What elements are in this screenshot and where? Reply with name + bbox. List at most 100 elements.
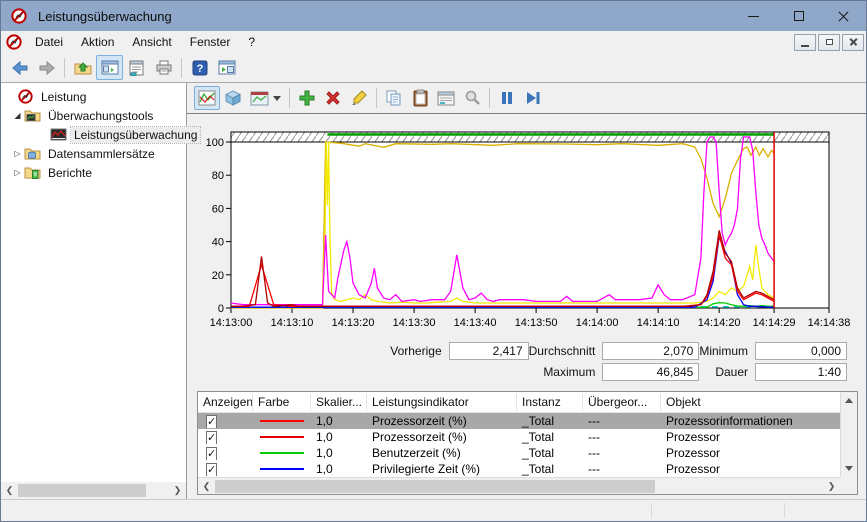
- menu-fenster[interactable]: Fenster: [181, 33, 240, 51]
- tree-item-leistung[interactable]: Leistung: [1, 87, 186, 106]
- paste-counter-list-button[interactable]: [407, 86, 433, 110]
- show-console-tree-button[interactable]: [96, 55, 123, 80]
- dauer-label: Dauer: [715, 364, 748, 379]
- header-objekt[interactable]: Objekt: [661, 394, 840, 411]
- tree-item-ueberwachungstools[interactable]: ◢ Überwachungstools: [1, 106, 186, 125]
- perfmon-window: Leistungsüberwachung Datei Aktion Ansich…: [0, 0, 867, 522]
- paste-clipboard-icon: [413, 89, 427, 107]
- maximize-icon: [793, 11, 804, 21]
- print-button[interactable]: [150, 55, 177, 80]
- svg-text:14:14:10: 14:14:10: [637, 317, 680, 329]
- copy-properties-button[interactable]: [381, 86, 407, 110]
- titlebar[interactable]: Leistungsüberwachung: [1, 1, 866, 31]
- line-chart-view-button[interactable]: [194, 86, 220, 110]
- mdi-restore-button[interactable]: [818, 33, 840, 51]
- maximize-button[interactable]: [776, 1, 821, 31]
- minimum-label: Minimum: [699, 343, 748, 358]
- chart-type-button[interactable]: [246, 86, 272, 110]
- svg-text:14:13:40: 14:13:40: [454, 317, 497, 329]
- counter-row[interactable]: ✓ 1,0 Prozessorzeit (%) _Total --- Proze…: [198, 413, 840, 429]
- properties-button[interactable]: [433, 86, 459, 110]
- header-skalierung[interactable]: Skalier...: [311, 393, 367, 411]
- skip-forward-icon: [527, 92, 540, 104]
- counter-row[interactable]: ✓ 1,0 Prozessorzeit (%) _Total --- Proze…: [198, 429, 840, 445]
- table-vertical-scrollbar[interactable]: [840, 392, 857, 477]
- table-scrollbar-thumb[interactable]: [215, 479, 655, 493]
- forward-button[interactable]: [33, 55, 60, 80]
- menu-datei[interactable]: Datei: [26, 33, 72, 51]
- freeze-display-button[interactable]: [494, 86, 520, 110]
- tree-horizontal-scrollbar[interactable]: ❮ ❯: [1, 482, 186, 499]
- header-farbe[interactable]: Farbe: [253, 393, 311, 411]
- up-one-level-button[interactable]: [69, 55, 96, 80]
- menu-ansicht[interactable]: Ansicht: [123, 33, 180, 51]
- printer-icon: [156, 60, 171, 74]
- tree-item-berichte[interactable]: ▷ Berichte: [1, 163, 186, 182]
- menu-hilfe[interactable]: ?: [239, 33, 264, 51]
- header-anzeigen[interactable]: Anzeigen: [198, 393, 253, 411]
- svg-text:40: 40: [212, 237, 224, 249]
- expander-expanded-icon[interactable]: ◢: [11, 111, 24, 120]
- tree-scrollbar-thumb[interactable]: [18, 484, 146, 497]
- counter-row[interactable]: ✓ 1,0 Privilegierte Zeit (%) _Total --- …: [198, 461, 840, 477]
- mdi-minimize-button[interactable]: [794, 33, 816, 51]
- show-checkbox[interactable]: ✓: [206, 447, 218, 460]
- plot-area: [230, 131, 830, 309]
- folder-data-icon: [24, 148, 41, 160]
- new-window-icon: [218, 60, 235, 75]
- table-horizontal-scrollbar[interactable]: ❮ ❯: [198, 477, 840, 494]
- cube-icon: [224, 90, 242, 106]
- scroll-up-icon[interactable]: [845, 398, 853, 403]
- chart-type-dropdown-icon[interactable]: [273, 95, 281, 101]
- scroll-down-icon[interactable]: [845, 466, 853, 471]
- svg-text:14:14:00: 14:14:00: [576, 317, 619, 329]
- folder-report-icon: [24, 167, 41, 179]
- color-swatch: [260, 436, 304, 438]
- expander-collapsed-icon[interactable]: ▷: [11, 149, 24, 158]
- header-uebergeordnet[interactable]: Übergeor...: [583, 393, 661, 411]
- back-button[interactable]: [6, 55, 33, 80]
- tree-item-datensammlersaetze[interactable]: ▷ Datensammlersätze: [1, 144, 186, 163]
- delete-counter-button[interactable]: [320, 86, 346, 110]
- header-instanz[interactable]: Instanz: [517, 393, 583, 411]
- svg-text:14:14:20: 14:14:20: [698, 317, 741, 329]
- data-source-button[interactable]: [220, 86, 246, 110]
- mdi-close-button[interactable]: [842, 33, 864, 51]
- maximum-label: Maximum: [543, 364, 596, 379]
- show-checkbox[interactable]: ✓: [206, 415, 218, 428]
- color-swatch: [260, 468, 304, 470]
- stats-panel: Vorherige 2,417 Durchschnitt 2,070 Minim…: [187, 340, 847, 382]
- mdi-restore-icon: [825, 37, 838, 45]
- expander-collapsed-icon[interactable]: ▷: [11, 168, 24, 177]
- show-checkbox[interactable]: ✓: [206, 431, 218, 444]
- scroll-left-icon[interactable]: ❮: [198, 478, 215, 495]
- zoom-button[interactable]: [459, 86, 485, 110]
- magnifier-icon: [465, 90, 480, 105]
- tree-item-leistungsueberwachung[interactable]: Leistungsüberwachung: [1, 125, 202, 144]
- minimize-button[interactable]: [731, 1, 776, 31]
- svg-text:100: 100: [206, 137, 224, 149]
- highlight-button[interactable]: [346, 86, 372, 110]
- new-window-button[interactable]: [213, 55, 240, 80]
- menu-aktion[interactable]: Aktion: [72, 33, 123, 51]
- add-counter-button[interactable]: [294, 86, 320, 110]
- mdi-window-controls: [792, 33, 864, 51]
- export-list-icon: [129, 60, 144, 76]
- counter-row[interactable]: ✓ 1,0 Benutzerzeit (%) _Total --- Prozes…: [198, 445, 840, 461]
- update-data-button[interactable]: [520, 86, 546, 110]
- scroll-right-icon[interactable]: ❯: [823, 478, 840, 495]
- show-checkbox[interactable]: ✓: [206, 463, 218, 476]
- copy-icon: [386, 90, 401, 105]
- export-list-button[interactable]: [123, 55, 150, 80]
- scroll-right-icon[interactable]: ❯: [169, 482, 186, 499]
- scroll-left-icon[interactable]: ❮: [1, 482, 18, 499]
- chart-type-icon: [250, 91, 268, 105]
- counter-table: Anzeigen Farbe Skalier... Leistungsindik…: [197, 391, 858, 495]
- window-title: Leistungsüberwachung: [38, 8, 172, 24]
- close-button[interactable]: [821, 1, 866, 31]
- header-leistungsindikator[interactable]: Leistungsindikator: [367, 393, 517, 411]
- menubar: Datei Aktion Ansicht Fenster ?: [1, 31, 866, 53]
- help-button[interactable]: ?: [186, 55, 213, 80]
- console-tree-panel: Leistung ◢ Überwachungstools Leistungsüb…: [1, 83, 202, 499]
- pause-icon: [502, 92, 512, 104]
